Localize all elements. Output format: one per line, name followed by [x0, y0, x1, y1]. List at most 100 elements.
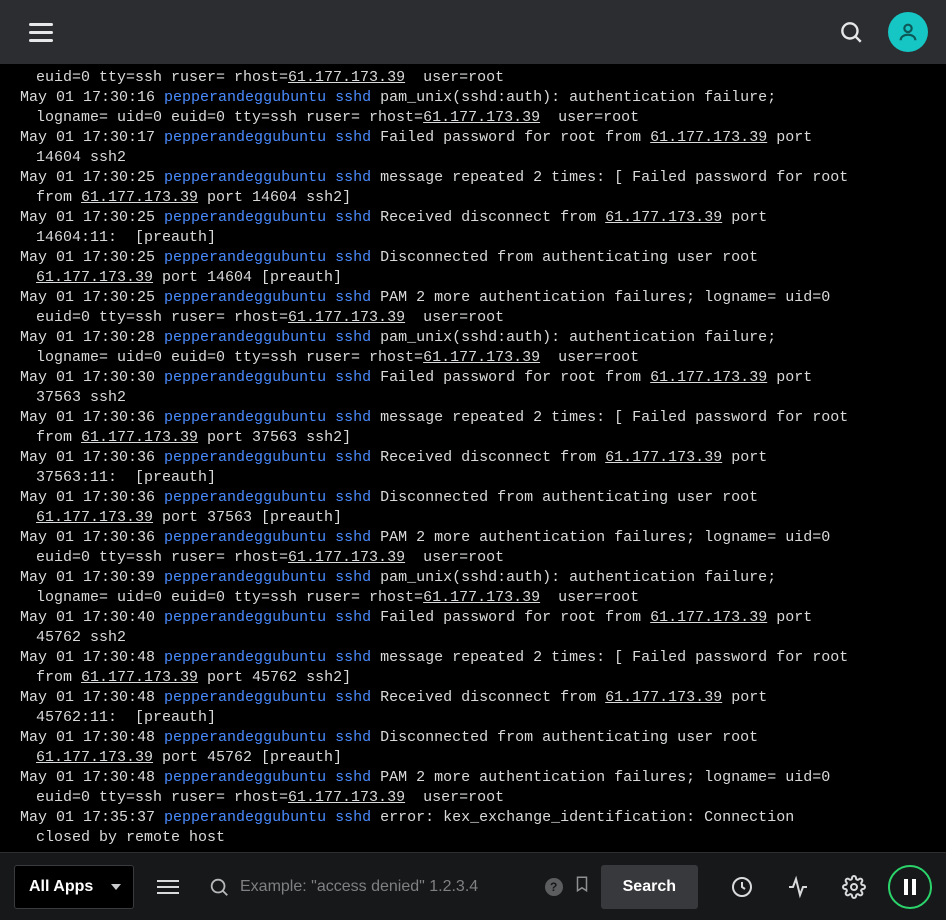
apps-selector[interactable]: All Apps	[14, 865, 134, 909]
log-process[interactable]: sshd	[335, 649, 371, 666]
log-line: May 01 17:30:25 pepperandeggubuntu sshd …	[20, 168, 936, 208]
log-host[interactable]: pepperandeggubuntu	[164, 129, 326, 146]
log-line: May 01 17:30:48 pepperandeggubuntu sshd …	[20, 728, 936, 768]
log-host[interactable]: pepperandeggubuntu	[164, 729, 326, 746]
top-bar	[0, 0, 946, 64]
search-bar: ? Search	[202, 865, 708, 909]
search-icon	[838, 19, 864, 45]
main-menu-button[interactable]	[22, 13, 60, 51]
activity-button[interactable]	[776, 865, 820, 909]
log-process[interactable]: sshd	[335, 329, 371, 346]
log-process[interactable]: sshd	[335, 89, 371, 106]
log-host[interactable]: pepperandeggubuntu	[164, 209, 326, 226]
log-host[interactable]: pepperandeggubuntu	[164, 329, 326, 346]
log-line: May 01 17:30:36 pepperandeggubuntu sshd …	[20, 448, 936, 488]
log-ip[interactable]: 61.177.173.39	[605, 449, 722, 466]
log-ip[interactable]: 61.177.173.39	[423, 589, 540, 606]
log-ip[interactable]: 61.177.173.39	[288, 789, 405, 806]
log-process[interactable]: sshd	[335, 129, 371, 146]
pause-tail-button[interactable]	[888, 865, 932, 909]
help-icon: ?	[550, 880, 557, 894]
log-ip[interactable]: 61.177.173.39	[650, 129, 767, 146]
log-line: May 01 17:30:25 pepperandeggubuntu sshd …	[20, 208, 936, 248]
log-line: May 01 17:30:36 pepperandeggubuntu sshd …	[20, 408, 936, 448]
bottom-bar: All Apps ? Search	[0, 852, 946, 920]
log-host[interactable]: pepperandeggubuntu	[164, 249, 326, 266]
time-range-button[interactable]	[720, 865, 764, 909]
log-process[interactable]: sshd	[335, 569, 371, 586]
log-ip[interactable]: 61.177.173.39	[423, 109, 540, 126]
log-ip[interactable]: 61.177.173.39	[81, 429, 198, 446]
log-process[interactable]: sshd	[335, 249, 371, 266]
log-host[interactable]: pepperandeggubuntu	[164, 529, 326, 546]
log-process[interactable]: sshd	[335, 809, 371, 826]
log-line: May 01 17:30:36 pepperandeggubuntu sshd …	[20, 488, 936, 528]
log-ip[interactable]: 61.177.173.39	[81, 669, 198, 686]
clock-icon	[730, 875, 754, 899]
log-process[interactable]: sshd	[335, 409, 371, 426]
log-line: euid=0 tty=ssh ruser= rhost=61.177.173.3…	[20, 68, 936, 88]
log-ip[interactable]: 61.177.173.39	[36, 509, 153, 526]
log-host[interactable]: pepperandeggubuntu	[164, 369, 326, 386]
log-ip[interactable]: 61.177.173.39	[288, 69, 405, 86]
log-host[interactable]: pepperandeggubuntu	[164, 689, 326, 706]
log-host[interactable]: pepperandeggubuntu	[164, 289, 326, 306]
log-ip[interactable]: 61.177.173.39	[423, 349, 540, 366]
bookmark-icon	[573, 875, 591, 893]
log-ip[interactable]: 61.177.173.39	[81, 189, 198, 206]
gear-icon	[842, 875, 866, 899]
search-button[interactable]: Search	[601, 865, 698, 909]
log-ip[interactable]: 61.177.173.39	[36, 749, 153, 766]
log-host[interactable]: pepperandeggubuntu	[164, 609, 326, 626]
settings-button[interactable]	[832, 865, 876, 909]
views-menu-button[interactable]	[146, 865, 190, 909]
log-ip[interactable]: 61.177.173.39	[288, 549, 405, 566]
log-host[interactable]: pepperandeggubuntu	[164, 649, 326, 666]
log-ip[interactable]: 61.177.173.39	[605, 209, 722, 226]
log-process[interactable]: sshd	[335, 209, 371, 226]
log-host[interactable]: pepperandeggubuntu	[164, 89, 326, 106]
log-ip[interactable]: 61.177.173.39	[288, 309, 405, 326]
log-viewport[interactable]: euid=0 tty=ssh ruser= rhost=61.177.173.3…	[0, 64, 946, 852]
log-line: May 01 17:30:25 pepperandeggubuntu sshd …	[20, 288, 936, 328]
log-ip[interactable]: 61.177.173.39	[650, 369, 767, 386]
activity-icon	[786, 875, 810, 899]
log-process[interactable]: sshd	[335, 529, 371, 546]
top-search-button[interactable]	[832, 13, 870, 51]
search-input[interactable]	[240, 878, 535, 896]
log-host[interactable]: pepperandeggubuntu	[164, 169, 326, 186]
log-process[interactable]: sshd	[335, 729, 371, 746]
hamburger-icon	[157, 880, 179, 894]
log-process[interactable]: sshd	[335, 169, 371, 186]
log-line: May 01 17:30:40 pepperandeggubuntu sshd …	[20, 608, 936, 648]
log-host[interactable]: pepperandeggubuntu	[164, 769, 326, 786]
log-line: May 01 17:35:37 pepperandeggubuntu sshd …	[20, 808, 936, 848]
user-avatar[interactable]	[888, 12, 928, 52]
log-line: May 01 17:30:48 pepperandeggubuntu sshd …	[20, 648, 936, 688]
log-line: May 01 17:30:48 pepperandeggubuntu sshd …	[20, 768, 936, 808]
log-ip[interactable]: 61.177.173.39	[36, 269, 153, 286]
log-process[interactable]: sshd	[335, 289, 371, 306]
log-host[interactable]: pepperandeggubuntu	[164, 449, 326, 466]
bookmark-button[interactable]	[573, 875, 591, 898]
log-host[interactable]: pepperandeggubuntu	[164, 569, 326, 586]
search-help-button[interactable]: ?	[545, 878, 563, 896]
log-host[interactable]: pepperandeggubuntu	[164, 489, 326, 506]
hamburger-icon	[29, 23, 53, 42]
user-icon	[897, 21, 919, 43]
log-host[interactable]: pepperandeggubuntu	[164, 409, 326, 426]
log-process[interactable]: sshd	[335, 689, 371, 706]
log-process[interactable]: sshd	[335, 369, 371, 386]
log-ip[interactable]: 61.177.173.39	[605, 689, 722, 706]
log-process[interactable]: sshd	[335, 489, 371, 506]
log-line: May 01 17:30:48 pepperandeggubuntu sshd …	[20, 688, 936, 728]
log-process[interactable]: sshd	[335, 449, 371, 466]
log-process[interactable]: sshd	[335, 609, 371, 626]
log-line: May 01 17:30:25 pepperandeggubuntu sshd …	[20, 248, 936, 288]
log-host[interactable]: pepperandeggubuntu	[164, 809, 326, 826]
log-line: May 01 17:30:39 pepperandeggubuntu sshd …	[20, 568, 936, 608]
log-line: May 01 17:30:28 pepperandeggubuntu sshd …	[20, 328, 936, 368]
log-ip[interactable]: 61.177.173.39	[650, 609, 767, 626]
search-icon	[208, 876, 230, 898]
log-process[interactable]: sshd	[335, 769, 371, 786]
